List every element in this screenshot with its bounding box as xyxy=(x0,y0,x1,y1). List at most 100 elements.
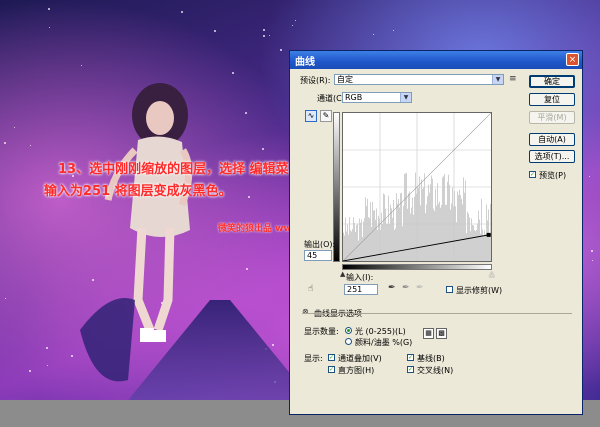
star xyxy=(29,370,31,372)
histogram-bar xyxy=(387,224,388,261)
histogram-bar xyxy=(432,178,433,261)
star xyxy=(137,116,139,118)
histogram-bar xyxy=(374,210,375,261)
histogram-bar xyxy=(468,213,469,261)
histogram-bar xyxy=(368,217,369,261)
histogram-bar xyxy=(486,204,487,261)
curve-tool-button[interactable]: ∿ xyxy=(305,110,317,122)
histogram-bar xyxy=(480,233,481,261)
pencil-tool-button[interactable]: ✎ xyxy=(320,110,332,122)
star xyxy=(181,11,183,13)
star xyxy=(592,260,593,261)
curve-control-point[interactable] xyxy=(486,232,491,237)
histogram-bar xyxy=(426,204,427,261)
output-field[interactable]: 45 xyxy=(304,250,332,261)
histogram-bar xyxy=(430,184,431,261)
histogram-bar xyxy=(382,224,383,261)
amount-label: 显示数量: xyxy=(304,327,339,336)
channel-overlay-checkbox[interactable]: ✓ xyxy=(328,354,335,361)
input-label: 输入(I): xyxy=(346,273,374,282)
pigment-radio[interactable] xyxy=(345,338,352,345)
histogram-bar xyxy=(449,184,450,261)
star xyxy=(5,298,6,299)
histogram-bar xyxy=(396,193,397,261)
input-field[interactable]: 251 xyxy=(344,284,378,295)
histogram-bar xyxy=(451,203,452,261)
histogram-bar xyxy=(408,193,409,261)
histogram-bar xyxy=(434,211,435,261)
preset-options-icon[interactable]: ≡ xyxy=(509,74,517,84)
white-eyedropper-icon[interactable]: ✒ xyxy=(416,283,424,293)
curve-icon: ∿ xyxy=(307,111,315,120)
show-clipping-checkbox[interactable] xyxy=(446,286,453,293)
star xyxy=(48,8,50,10)
ok-button[interactable]: 确定 xyxy=(529,75,575,88)
show-label: 显示: xyxy=(304,354,323,363)
star xyxy=(92,279,94,281)
reset-button[interactable]: 复位 xyxy=(529,93,575,106)
histogram-bar xyxy=(411,207,412,261)
histogram-checkbox[interactable]: ✓ xyxy=(328,366,335,373)
histogram-bar xyxy=(351,231,352,261)
histogram-bar xyxy=(344,235,345,261)
histogram-bar xyxy=(481,198,482,261)
preset-select[interactable]: 自定 ▼ xyxy=(334,74,504,85)
histogram-bar xyxy=(346,231,347,261)
channel-value: RGB xyxy=(345,93,363,102)
black-eyedropper-icon[interactable]: ✒ xyxy=(388,283,396,293)
title-bar[interactable]: 曲线 × xyxy=(290,51,582,69)
simple-grid-icon[interactable]: ▦ xyxy=(423,328,434,339)
close-button[interactable]: × xyxy=(566,53,579,66)
baseline-checkbox[interactable]: ✓ xyxy=(407,354,414,361)
black-point-slider[interactable]: ▲ xyxy=(340,269,345,279)
histogram-bar xyxy=(429,192,430,261)
histogram-bar xyxy=(448,174,449,261)
histogram-bar xyxy=(376,208,377,261)
histogram-bar xyxy=(386,223,387,261)
histogram-bar xyxy=(465,180,466,261)
histogram-bar xyxy=(383,193,384,261)
histogram-bar xyxy=(472,224,473,261)
options-button[interactable]: 选项(T)... xyxy=(529,150,575,163)
histogram-bar xyxy=(445,204,446,261)
histogram-bar xyxy=(414,196,415,261)
histogram-bar xyxy=(407,208,408,261)
intersection-checkbox[interactable]: ✓ xyxy=(407,366,414,373)
star xyxy=(263,29,265,31)
histogram-bar xyxy=(343,232,344,261)
chevron-down-icon: ▼ xyxy=(492,75,503,84)
pencil-icon: ✎ xyxy=(322,111,330,120)
star xyxy=(280,49,282,51)
star xyxy=(47,365,48,366)
white-point-slider[interactable]: △ xyxy=(489,269,494,279)
histogram-bar xyxy=(395,228,396,261)
star xyxy=(49,27,50,28)
histogram-bar xyxy=(437,183,438,261)
intersection-label: 交叉线(N) xyxy=(417,366,454,375)
light-radio[interactable] xyxy=(345,327,352,334)
detailed-grid-icon[interactable]: ▩ xyxy=(436,328,447,339)
histogram-bar xyxy=(467,211,468,261)
histogram-bar xyxy=(420,205,421,261)
star xyxy=(269,35,270,36)
histogram-bar xyxy=(471,218,472,261)
histogram-bar xyxy=(397,203,398,261)
collapse-icon[interactable]: ⊗ xyxy=(302,307,309,317)
histogram-bar xyxy=(391,208,392,261)
histogram-bar xyxy=(463,177,464,261)
histogram-bar xyxy=(409,191,410,261)
histogram-bar xyxy=(403,205,404,261)
curve-graph[interactable] xyxy=(342,112,492,262)
channel-select[interactable]: RGB ▼ xyxy=(342,92,412,103)
histogram-bar xyxy=(443,176,444,261)
star xyxy=(81,65,82,66)
star xyxy=(140,265,141,266)
preset-label: 预设(R): xyxy=(300,76,331,85)
smooth-button[interactable]: 平滑(M) xyxy=(529,111,575,124)
gray-eyedropper-icon[interactable]: ✒ xyxy=(402,283,410,293)
preview-checkbox[interactable]: ✓ xyxy=(529,171,536,178)
hand-icon[interactable]: ☝ xyxy=(308,284,313,294)
auto-button[interactable]: 自动(A) xyxy=(529,133,575,146)
histogram-bar xyxy=(347,224,348,261)
histogram-bar xyxy=(464,192,465,261)
